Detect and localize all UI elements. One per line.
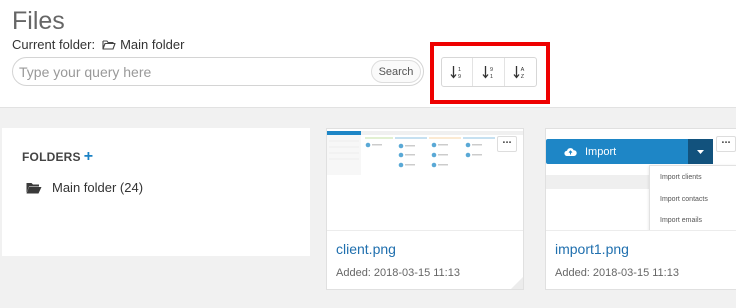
file-card[interactable]: ... client.png Added: 2018-03-15 11:13 — [326, 128, 524, 290]
cloud-upload-icon — [564, 147, 577, 157]
file-name[interactable]: client.png — [336, 241, 396, 257]
card-corner — [511, 277, 523, 289]
page-title: Files — [12, 7, 65, 35]
search-input[interactable] — [19, 62, 371, 82]
folder-item-label: Main folder (24) — [52, 180, 144, 195]
sort-highlight-box — [430, 42, 550, 104]
folder-open-icon — [26, 182, 42, 194]
thumbnail-menu-item: Import contacts — [660, 196, 708, 203]
file-thumbnail[interactable]: Import Import clients Import contacts Im… — [546, 129, 736, 231]
current-folder-name[interactable]: Main folder — [120, 37, 184, 52]
card-menu-button[interactable]: ... — [716, 135, 736, 152]
thumbnail-image — [327, 129, 523, 230]
caret-down-icon — [688, 139, 713, 164]
current-folder-label: Current folder: — [12, 37, 96, 52]
thumbnail-import-label: Import — [585, 145, 617, 158]
file-card[interactable]: Import Import clients Import contacts Im… — [545, 128, 736, 290]
folder-open-icon — [102, 39, 116, 50]
folders-heading: FOLDERS + — [22, 149, 94, 165]
breadcrumb: Current folder: Main folder — [12, 37, 184, 52]
thumbnail-dropdown: Import clients Import contacts Import em… — [649, 165, 736, 230]
top-bar: Files Current folder: Main folder Search… — [0, 0, 736, 108]
thumbnail-strip — [546, 175, 649, 189]
thumbnail-menu-item: Import emails — [660, 217, 703, 224]
file-added-date: Added: 2018-03-15 11:13 — [336, 267, 460, 279]
folders-panel: FOLDERS + Main folder (24) — [2, 128, 310, 256]
file-name[interactable]: import1.png — [555, 241, 629, 257]
folder-item-main[interactable]: Main folder (24) — [26, 180, 143, 195]
file-added-date: Added: 2018-03-15 11:13 — [555, 267, 679, 279]
add-folder-icon[interactable]: + — [84, 149, 94, 165]
thumbnail-menu-item: Import clients — [660, 174, 702, 181]
card-menu-button[interactable]: ... — [497, 135, 517, 152]
search-button[interactable]: Search — [371, 60, 421, 83]
file-thumbnail[interactable]: ... — [327, 129, 523, 231]
search-box: Search — [12, 57, 424, 86]
folders-heading-label: FOLDERS — [22, 150, 81, 164]
